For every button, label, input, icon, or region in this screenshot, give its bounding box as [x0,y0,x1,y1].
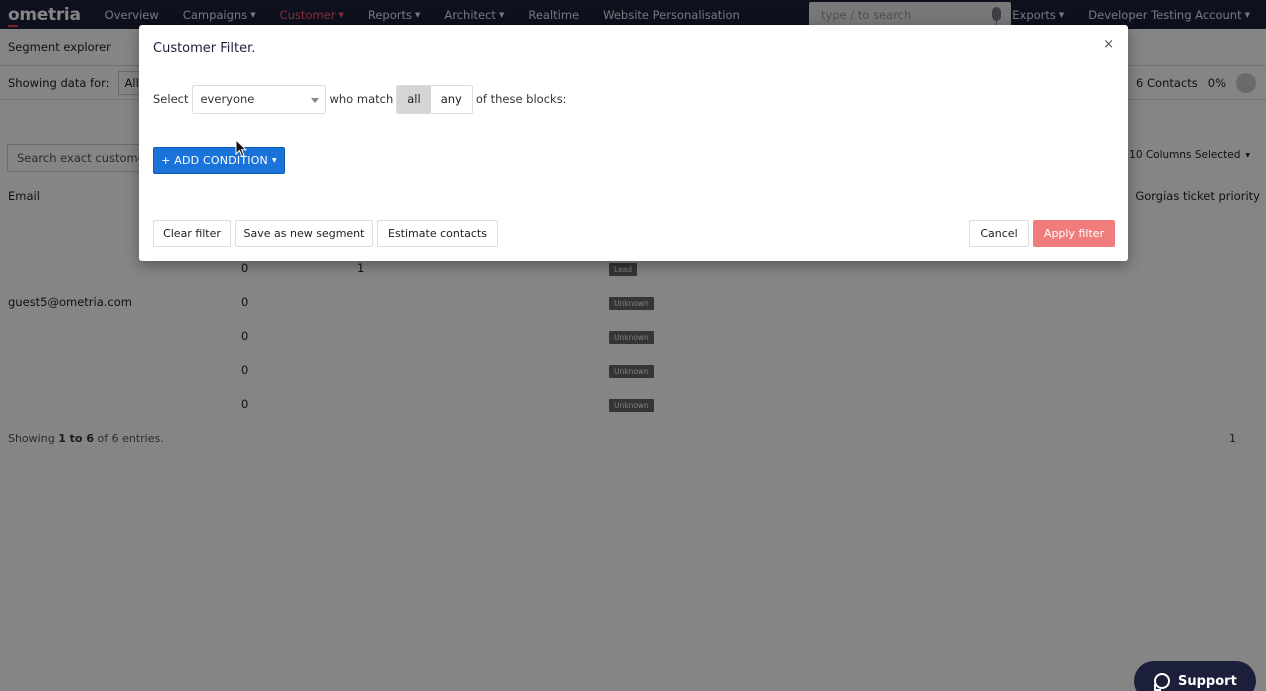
match-row: Select everyone who match all any of the… [153,84,567,114]
support-label: Support [1178,673,1237,689]
of-blocks-label: of these blocks: [475,92,567,106]
match-all-toggle[interactable]: all [397,85,431,113]
select-label: Select [153,92,189,106]
estimate-contacts-button[interactable]: Estimate contacts [377,220,498,247]
support-button[interactable]: Support [1134,661,1256,691]
customer-filter-modal: Customer Filter. × Select everyone who m… [139,25,1128,261]
caret-down-icon: ▼ [271,157,277,164]
chat-bubble-icon [1154,673,1170,691]
cancel-button[interactable]: Cancel [969,220,1029,247]
match-toggle-group: all any [396,84,473,114]
audience-select[interactable]: everyone [192,84,327,114]
close-icon[interactable]: × [1103,37,1114,52]
apply-filter-button[interactable]: Apply filter [1033,220,1115,247]
clear-filter-button[interactable]: Clear filter [153,220,231,247]
audience-select-value: everyone [200,92,255,106]
modal-title: Customer Filter. [153,41,256,56]
who-match-label: who match [329,92,394,106]
add-condition-label: + ADD CONDITION [161,154,268,167]
match-any-toggle[interactable]: any [430,85,472,113]
add-condition-button[interactable]: + ADD CONDITION ▼ [153,147,285,174]
save-segment-button[interactable]: Save as new segment [235,220,373,247]
chevron-down-icon [311,97,320,103]
